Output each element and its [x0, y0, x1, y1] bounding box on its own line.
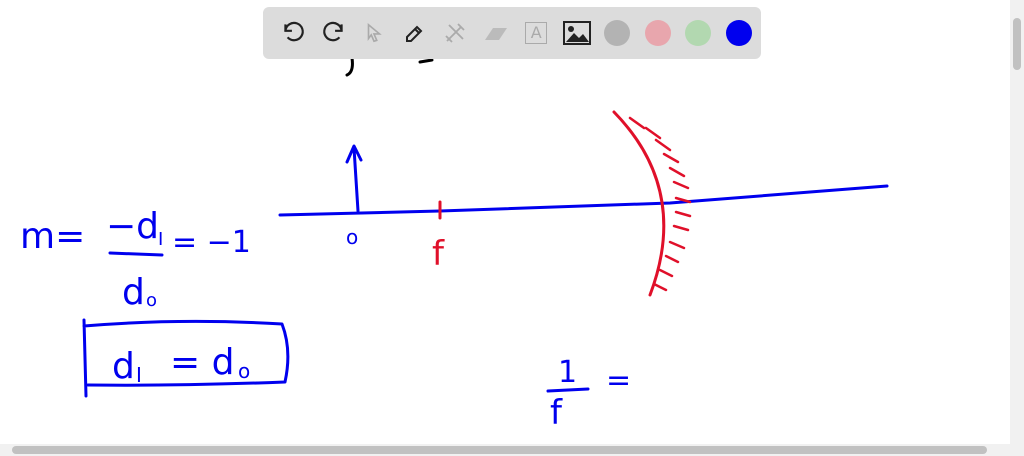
lens-eq-equals: = — [606, 363, 631, 398]
eraser-button[interactable] — [476, 13, 517, 53]
result: = −1 — [172, 225, 251, 260]
text-button[interactable]: A — [516, 13, 557, 53]
redo-icon — [322, 21, 343, 42]
lens-eq-numerator: 1 — [558, 355, 577, 390]
vertical-scrollbar[interactable] — [1010, 0, 1024, 444]
optical-axis — [278, 184, 889, 217]
text-icon: A — [525, 22, 548, 44]
lens-eq-denominator: f — [550, 393, 563, 433]
color-blue[interactable] — [719, 13, 760, 53]
magnification-label: m= — [20, 216, 85, 257]
denominator: d — [122, 272, 145, 313]
horizontal-scroll-thumb[interactable] — [12, 446, 987, 454]
boxed-rhs: = d — [170, 342, 234, 383]
color-green[interactable] — [678, 13, 719, 53]
color-gray[interactable] — [597, 13, 638, 53]
denominator-sub: o — [146, 290, 157, 311]
select-icon — [367, 22, 383, 43]
object-label: o — [346, 225, 358, 249]
drawing-toolbar: A — [263, 7, 761, 59]
eraser-icon — [484, 28, 507, 40]
tools-icon — [445, 23, 465, 43]
boxed-lhs-sub: I — [136, 363, 142, 387]
whiteboard-canvas[interactable]: m= −d I = −1 d o d I = d o o 1 f = f — [0, 0, 1010, 444]
vertical-scroll-thumb[interactable] — [1013, 18, 1021, 70]
boxed-rhs-sub: o — [238, 359, 250, 383]
horizontal-scrollbar[interactable] — [0, 444, 1024, 456]
undo-button[interactable] — [273, 13, 314, 53]
numerator-sub: I — [158, 229, 163, 250]
undo-icon — [284, 21, 305, 42]
object-arrow — [345, 144, 363, 213]
tools-button[interactable] — [435, 13, 476, 53]
pen-icon — [405, 25, 423, 42]
redo-button[interactable] — [314, 13, 355, 53]
image-button[interactable] — [557, 13, 598, 53]
fraction-bar — [108, 251, 164, 257]
focal-label: f — [432, 234, 445, 274]
numerator: −d — [106, 206, 159, 247]
boxed-lhs: d — [112, 346, 135, 387]
partial-stroke — [345, 56, 434, 77]
image-icon — [562, 21, 591, 45]
pen-button[interactable] — [395, 13, 436, 53]
select-button[interactable] — [354, 13, 395, 53]
color-pink[interactable] — [638, 13, 679, 53]
